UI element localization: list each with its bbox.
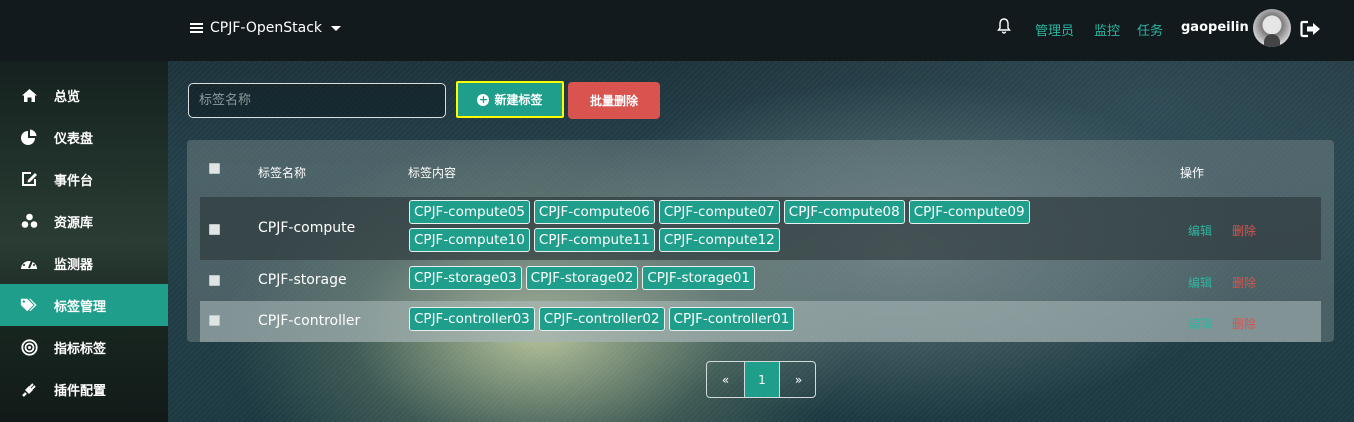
tag-chip: CPJF-controller01 <box>668 307 795 331</box>
sidebar-item-events[interactable]: 事件台 <box>0 158 168 200</box>
row-checkbox[interactable] <box>209 315 220 326</box>
tag-chip: CPJF-controller03 <box>409 307 535 331</box>
sidebar-item-monitors[interactable]: 监测器 <box>0 242 168 284</box>
caret-down-icon <box>331 25 341 31</box>
tag-chip: CPJF-compute11 <box>533 228 655 252</box>
tag-chip: CPJF-storage03 <box>409 266 522 290</box>
avatar[interactable] <box>1253 9 1291 47</box>
tag-name: CPJF-compute <box>258 220 356 236</box>
tag-chip: CPJF-compute12 <box>658 228 780 252</box>
sidebar-item-metric-tags[interactable]: 指标标签 <box>0 326 168 368</box>
sidebar-item-dashboard[interactable]: 仪表盘 <box>0 116 168 158</box>
header-actions: 操作 <box>1180 166 1205 180</box>
sidebar-item-tag-management[interactable]: 标签管理 <box>0 284 168 326</box>
delete-link[interactable]: 删除 <box>1232 315 1256 332</box>
project-selector[interactable]: CPJF-OpenStack <box>190 20 341 36</box>
tag-name: CPJF-storage <box>258 272 347 288</box>
table-row: CPJF-controller CPJF-controller03 CPJF-c… <box>200 301 1321 342</box>
sidebar: 总览 仪表盘 事件台 资源库 监测器 标签管理 指标标签 插件配置 <box>0 61 168 422</box>
plus-circle-icon: + <box>477 92 490 106</box>
batch-delete-button[interactable]: 批量删除 <box>568 82 660 119</box>
logout-icon[interactable] <box>1300 20 1322 38</box>
edit-link[interactable]: 编辑 <box>1188 222 1212 239</box>
tag-chip: CPJF-controller02 <box>538 307 665 331</box>
tag-content-list: CPJF-controller03 CPJF-controller02 CPJF… <box>409 307 1129 331</box>
project-name: CPJF-OpenStack <box>210 20 322 36</box>
tag-chip: CPJF-compute08 <box>783 200 905 224</box>
sidebar-item-overview[interactable]: 总览 <box>0 74 168 116</box>
header-tag-content: 标签内容 <box>408 166 457 180</box>
bell-icon[interactable] <box>997 18 1011 34</box>
bullseye-icon <box>20 338 38 356</box>
tag-name: CPJF-controller <box>258 313 361 329</box>
cubes-icon <box>20 212 38 230</box>
top-navbar: CPJF-OpenStack 管理员 监控 任务 gaopeilin <box>0 0 1354 61</box>
tag-name-search-input[interactable] <box>188 83 446 118</box>
edit-link[interactable]: 编辑 <box>1188 274 1212 291</box>
table-row: CPJF-compute CPJF-compute05 CPJF-compute… <box>200 197 1321 260</box>
pagination: « 1 » <box>706 361 816 398</box>
tag-content-list: CPJF-storage03 CPJF-storage02 CPJF-stora… <box>409 266 1129 290</box>
page-1-button[interactable]: 1 <box>744 362 780 397</box>
admin-link[interactable]: 管理员 <box>1035 20 1074 39</box>
row-checkbox[interactable] <box>209 224 220 235</box>
tags-icon <box>20 296 38 314</box>
next-page-button[interactable]: » <box>780 362 815 397</box>
new-tag-button[interactable]: + 新建标签 <box>456 81 564 118</box>
header-tag-name: 标签名称 <box>258 166 307 180</box>
pie-chart-icon <box>20 128 38 146</box>
username[interactable]: gaopeilin <box>1181 20 1249 35</box>
row-checkbox[interactable] <box>209 275 220 286</box>
sidebar-item-plugin-config[interactable]: 插件配置 <box>0 368 168 410</box>
sidebar-item-resources[interactable]: 资源库 <box>0 200 168 242</box>
tag-chip: CPJF-compute10 <box>409 228 530 252</box>
tag-chip: CPJF-storage02 <box>525 266 639 290</box>
prev-page-button[interactable]: « <box>707 362 744 397</box>
plug-icon <box>20 380 38 398</box>
delete-link[interactable]: 删除 <box>1232 274 1256 291</box>
tag-chip: CPJF-compute09 <box>908 200 1030 224</box>
tag-chip: CPJF-compute06 <box>533 200 655 224</box>
tags-table: 标签名称 标签内容 操作 CPJF-compute CPJF-compute05… <box>187 140 1334 342</box>
table-row: CPJF-storage CPJF-storage03 CPJF-storage… <box>200 260 1321 301</box>
home-icon <box>20 86 38 104</box>
tag-content-list: CPJF-compute05 CPJF-compute06 CPJF-compu… <box>409 200 1049 252</box>
select-all-checkbox[interactable] <box>209 163 220 174</box>
tag-chip: CPJF-storage01 <box>642 266 755 290</box>
tag-chip: CPJF-compute07 <box>658 200 780 224</box>
delete-link[interactable]: 删除 <box>1232 222 1256 239</box>
tag-chip: CPJF-compute05 <box>409 200 530 224</box>
list-icon <box>190 22 203 34</box>
edit-link[interactable]: 编辑 <box>1188 315 1212 332</box>
dashboard-icon <box>20 254 38 272</box>
tasks-link[interactable]: 任务 <box>1137 20 1163 39</box>
monitor-link[interactable]: 监控 <box>1094 20 1120 39</box>
edit-icon <box>20 170 38 188</box>
